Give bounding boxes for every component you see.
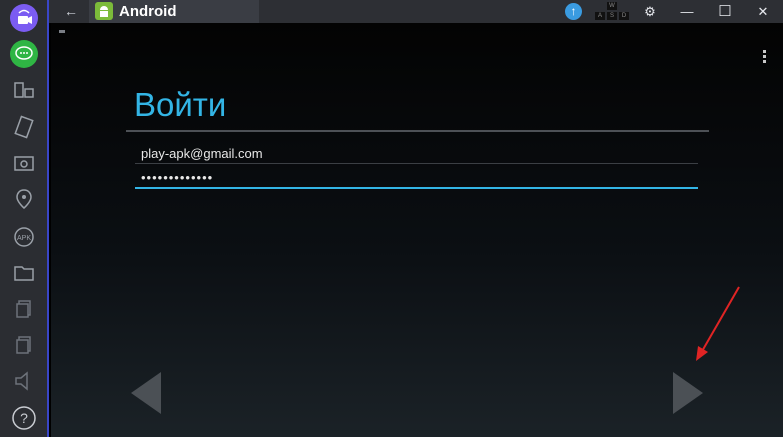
chat-icon[interactable] (9, 39, 39, 69)
red-arrow-annotation (696, 286, 740, 361)
screens-icon[interactable] (9, 76, 39, 106)
minimize-icon[interactable]: — (677, 2, 697, 21)
key-d: D (619, 12, 629, 20)
folder-icon[interactable] (9, 258, 39, 288)
previous-arrow-button[interactable] (131, 372, 161, 414)
android-screen: Войти (51, 23, 783, 437)
title-bar: ← Android ↑ W A S D ⚙ — ☐ ✕ (49, 0, 783, 23)
shake-icon[interactable] (9, 112, 39, 142)
video-camera-icon[interactable] (9, 3, 39, 33)
tab-android[interactable]: Android (89, 0, 259, 23)
password-field[interactable] (135, 168, 698, 189)
status-bar-icon (59, 30, 65, 33)
help-icon[interactable]: ? (9, 403, 39, 433)
copy-icon-2[interactable] (9, 330, 39, 360)
title-divider (126, 130, 709, 132)
tab-title: Android (119, 3, 177, 20)
sidebar: APK ? (0, 0, 49, 437)
speaker-icon[interactable] (9, 366, 39, 396)
key-s: S (607, 12, 617, 20)
email-field[interactable] (135, 143, 698, 164)
keyboard-icon[interactable]: W A S D (594, 2, 630, 21)
upload-icon[interactable]: ↑ (565, 3, 582, 20)
back-arrow-icon[interactable]: ← (61, 2, 81, 21)
android-icon (95, 2, 113, 20)
settings-gear-icon[interactable]: ⚙ (641, 2, 659, 21)
location-pin-icon[interactable] (9, 184, 39, 214)
svg-text:APK: APK (17, 235, 31, 242)
page-title: Войти (134, 86, 227, 123)
maximize-icon[interactable]: ☐ (715, 2, 735, 21)
key-w: W (607, 2, 617, 10)
next-arrow-button[interactable] (673, 372, 703, 414)
close-icon[interactable]: ✕ (753, 2, 773, 21)
svg-text:?: ? (20, 410, 28, 426)
camera-icon[interactable] (9, 148, 39, 178)
overflow-menu-icon[interactable] (763, 50, 766, 65)
key-a: A (595, 12, 605, 20)
apk-icon[interactable]: APK (9, 222, 39, 252)
copy-icon[interactable] (9, 294, 39, 324)
